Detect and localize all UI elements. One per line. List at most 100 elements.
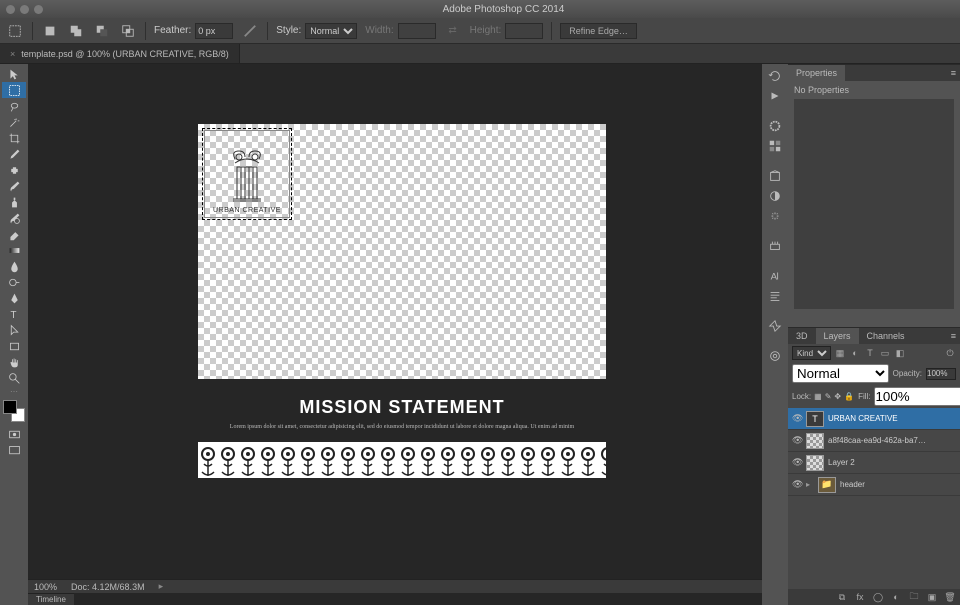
new-selection-icon[interactable] [41, 22, 59, 40]
layer-item[interactable]: 👁 a8f48caa-ea9d-462a-ba7… [788, 430, 960, 452]
panel-menu-icon[interactable]: ≡ [947, 68, 960, 78]
move-tool-icon[interactable] [2, 66, 26, 82]
fx-icon[interactable]: fx [854, 592, 866, 602]
adjustment-layer-icon[interactable]: ◐ [890, 592, 902, 602]
layers-menu-icon[interactable]: ≡ [947, 331, 960, 341]
spot-heal-tool-icon[interactable] [2, 162, 26, 178]
fill-input[interactable] [874, 387, 960, 406]
layer-name[interactable]: header [840, 480, 956, 489]
subtract-selection-icon[interactable] [93, 22, 111, 40]
properties-tab[interactable]: Properties [788, 65, 845, 81]
lock-trans-icon[interactable]: ▦ [814, 392, 822, 401]
color-panel-icon[interactable] [764, 116, 786, 136]
clone-tool-icon[interactable] [2, 194, 26, 210]
lasso-tool-icon[interactable] [2, 98, 26, 114]
link-layers-icon[interactable]: ⧉ [836, 592, 848, 603]
layer-thumb-group-icon[interactable]: 📁 [818, 477, 836, 493]
visibility-eye-icon[interactable]: 👁 [792, 435, 802, 446]
filter-shape-icon[interactable]: ▭ [879, 347, 891, 359]
shape-tool-icon[interactable] [2, 338, 26, 354]
blur-tool-icon[interactable] [2, 258, 26, 274]
tab-layers[interactable]: Layers [816, 328, 859, 344]
marquee-tool-preset-icon[interactable] [6, 22, 24, 40]
visibility-eye-icon[interactable]: 👁 [792, 479, 802, 490]
pen-tool-icon[interactable] [2, 290, 26, 306]
minimize-window-icon[interactable] [20, 5, 29, 14]
eraser-tool-icon[interactable] [2, 226, 26, 242]
actions-panel-icon[interactable] [764, 86, 786, 106]
feather-input[interactable] [195, 23, 233, 39]
zoom-window-icon[interactable] [34, 5, 43, 14]
history-panel-icon[interactable] [764, 66, 786, 86]
navigator-panel-icon[interactable] [764, 316, 786, 336]
history-brush-tool-icon[interactable] [2, 210, 26, 226]
styles-panel-icon[interactable] [764, 206, 786, 226]
filter-adjust-icon[interactable]: ◐ [849, 347, 861, 359]
layer-thumb-type-icon[interactable]: T [806, 411, 824, 427]
status-arrow-icon[interactable]: ▸ [159, 581, 164, 592]
quick-mask-icon[interactable] [2, 426, 26, 442]
close-tab-icon[interactable]: × [10, 49, 15, 59]
hand-tool-icon[interactable] [2, 354, 26, 370]
marquee-tool-icon[interactable] [2, 82, 26, 98]
path-select-tool-icon[interactable] [2, 322, 26, 338]
type-tool-icon[interactable]: T [2, 306, 26, 322]
edit-toolbar-icon[interactable]: ⋯ [2, 386, 26, 396]
zoom-tool-icon[interactable] [2, 370, 26, 386]
paragraph-panel-icon[interactable] [764, 286, 786, 306]
opacity-input[interactable] [926, 368, 956, 380]
layer-name[interactable]: Layer 2 [828, 458, 956, 467]
traffic-lights[interactable] [6, 5, 43, 14]
group-collapse-icon[interactable]: ▸ [806, 480, 814, 489]
mask-icon[interactable]: ◯ [872, 592, 884, 603]
layer-thumb-smart-icon[interactable] [806, 433, 824, 449]
layer-name[interactable]: a8f48caa-ea9d-462a-ba7… [828, 436, 956, 445]
timeline-panel-tab[interactable]: Timeline [28, 593, 74, 605]
eyedropper-tool-icon[interactable] [2, 146, 26, 162]
filter-type-icon[interactable]: T [864, 347, 876, 359]
lock-pos-icon[interactable]: ✥ [834, 392, 841, 401]
new-layer-icon[interactable]: ▣ [926, 592, 938, 603]
visibility-eye-icon[interactable]: 👁 [792, 457, 802, 468]
filter-pixel-icon[interactable]: ▦ [834, 347, 846, 359]
layer-item[interactable]: 👁 T URBAN CREATIVE [788, 408, 960, 430]
close-window-icon[interactable] [6, 5, 15, 14]
brushes-panel-icon[interactable] [764, 236, 786, 256]
dodge-tool-icon[interactable] [2, 274, 26, 290]
libraries-panel-icon[interactable] [764, 166, 786, 186]
anti-alias-icon[interactable] [241, 22, 259, 40]
gradient-tool-icon[interactable] [2, 242, 26, 258]
logo-layer[interactable]: URBAN CREATIVE [204, 130, 290, 218]
trash-icon[interactable]: 🗑 [944, 592, 956, 603]
color-swatches[interactable] [3, 400, 25, 422]
crop-tool-icon[interactable] [2, 130, 26, 146]
layer-name[interactable]: URBAN CREATIVE [828, 414, 956, 423]
layer-item[interactable]: 👁 ▸ 📁 header [788, 474, 960, 496]
refine-edge-button[interactable]: Refine Edge… [560, 23, 637, 39]
filter-smart-icon[interactable]: ◧ [894, 347, 906, 359]
group-icon[interactable]: 🗀 [908, 589, 920, 605]
canvas-area[interactable]: URBAN CREATIVE MISSION STATEMENT Lorem i… [28, 64, 762, 605]
tab-3d[interactable]: 3D [788, 328, 816, 344]
document-tab[interactable]: × template.psd @ 100% (URBAN CREATIVE, R… [0, 44, 240, 63]
foreground-color-swatch[interactable] [3, 400, 17, 414]
style-select[interactable]: Normal [305, 23, 357, 39]
blend-mode-select[interactable]: Normal [792, 364, 889, 383]
brush-tool-icon[interactable] [2, 178, 26, 194]
layer-item[interactable]: 👁 Layer 2 [788, 452, 960, 474]
lock-all-icon[interactable]: 🔒 [844, 392, 854, 401]
tab-channels[interactable]: Channels [859, 328, 913, 344]
add-to-selection-icon[interactable] [67, 22, 85, 40]
visibility-eye-icon[interactable]: 👁 [792, 413, 802, 424]
character-panel-icon[interactable]: A [764, 266, 786, 286]
intersect-selection-icon[interactable] [119, 22, 137, 40]
layer-thumb-raster-icon[interactable] [806, 455, 824, 471]
layer-filter-kind[interactable]: Kind [792, 346, 831, 360]
adjustments-panel-icon[interactable] [764, 186, 786, 206]
screen-mode-icon[interactable] [2, 442, 26, 458]
filter-toggle-icon[interactable]: ⏻ [944, 347, 956, 359]
lock-paint-icon[interactable]: ✎ [825, 392, 832, 401]
swatches-panel-icon[interactable] [764, 136, 786, 156]
zoom-level[interactable]: 100% [34, 582, 57, 592]
cc-panel-icon[interactable] [764, 346, 786, 366]
